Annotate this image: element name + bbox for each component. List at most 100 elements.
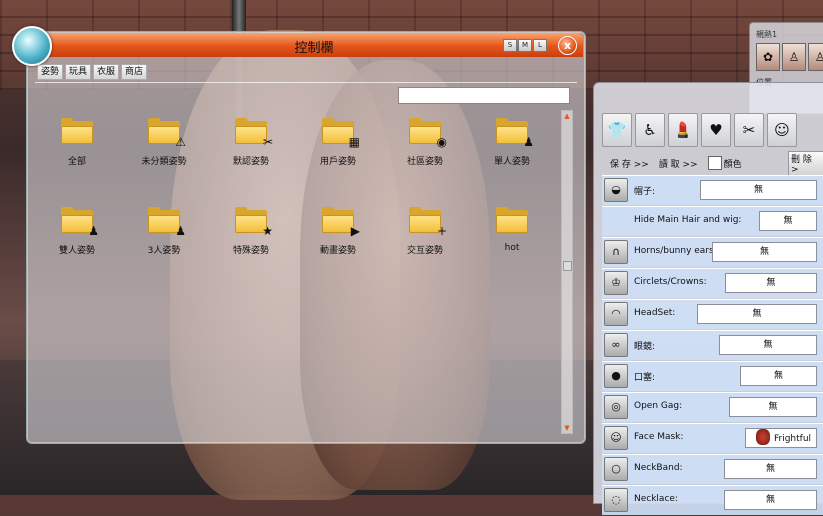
figure-thumb-icon[interactable]: ♙ [782, 43, 806, 71]
group-folder-icon: ♟ [148, 207, 186, 237]
outfit-value-select[interactable]: 無 [724, 490, 817, 510]
horns-icon[interactable]: ∩ [604, 240, 628, 264]
scroll-thumb[interactable] [563, 261, 572, 271]
outfit-value-select[interactable]: 無 [724, 459, 817, 479]
outfit-value-select[interactable]: 無 [719, 335, 817, 355]
folder-item[interactable]: ♟ 3人姿勢 [122, 207, 206, 256]
control-window: 控制欄 S M L x 姿勢 玩具 衣服 商店 全部 ⚠ 未分類姿勢 ✂ 默認姿勢 ▦ 用戶… [26, 31, 586, 444]
size-medium-button[interactable]: M [518, 39, 532, 52]
makeup-icon[interactable]: 💄 [668, 113, 698, 147]
menu-toys[interactable]: 玩具 [65, 64, 92, 80]
folder-item[interactable]: ♟ 單人姿勢 [470, 118, 554, 167]
outfit-row: Hide Main Hair and wig: 無 [602, 206, 823, 236]
save-button[interactable]: 保 存 >> [608, 157, 651, 170]
outfit-value-select[interactable]: 無 [697, 304, 817, 324]
crown-icon[interactable]: ♔ [604, 271, 628, 295]
close-icon[interactable]: x [558, 36, 577, 55]
community-folder-icon: ◉ [409, 118, 447, 148]
outfit-row: ∩ Horns/bunny ears: 無 [602, 237, 823, 267]
outfit-toolbar: 保 存 >> 讀 取 >> 顏色 刪 除 > [608, 150, 823, 176]
folder-item[interactable]: ♟ 雙人姿勢 [35, 207, 119, 256]
glasses-icon[interactable]: ∞ [604, 333, 628, 357]
outfit-value-select[interactable]: 無 [725, 273, 817, 293]
outfit-row: ☺ Face Mask: Frightful [602, 423, 823, 453]
folder-label: 全部 [67, 157, 86, 167]
outfit-value-select[interactable]: 無 [712, 242, 817, 262]
folder-label: 社區姿勢 [406, 157, 443, 167]
load-button[interactable]: 讀 取 >> [657, 157, 700, 170]
mask-thumb-icon [756, 429, 770, 445]
outfit-value-select[interactable]: 無 [700, 180, 817, 200]
app-logo-icon[interactable] [12, 26, 52, 66]
mask-icon[interactable]: ☺ [604, 426, 628, 450]
menu-poses[interactable]: 姿勢 [37, 64, 64, 80]
headset-icon[interactable]: ◠ [604, 302, 628, 326]
folder-badge-icon: + [436, 224, 447, 238]
outfit-row: ∞ 眼鏡: 無 [602, 330, 823, 360]
gag-icon[interactable]: ● [604, 364, 628, 388]
menu-clothes[interactable]: 衣服 [93, 64, 120, 80]
star-folder-icon: ★ [235, 207, 273, 237]
outfit-top-icon[interactable]: 👕 [602, 113, 632, 147]
folder-item[interactable]: ▦ 用戶姿勢 [296, 118, 380, 167]
multi-folder-icon [61, 118, 93, 144]
size-large-button[interactable]: L [533, 39, 547, 52]
folder-item[interactable]: ▶ 動畫姿勢 [296, 207, 380, 256]
outfit-list: ◒ 帽子: 無 Hide Main Hair and wig: 無 ∩ Horns/bunn… [602, 175, 823, 516]
warning-folder-icon: ⚠ [148, 118, 186, 148]
folder-label: 未分類姿勢 [141, 157, 187, 167]
hat-icon[interactable]: ◒ [604, 178, 628, 202]
scroll-down-icon[interactable]: ▼ [562, 423, 572, 433]
outfit-row: ◎ Open Gag: 無 [602, 392, 823, 422]
outfit-row-label: Necklace: [634, 494, 678, 504]
remove-button[interactable]: 刪 除 > [788, 150, 823, 176]
folder-grid: 全部 ⚠ 未分類姿勢 ✂ 默認姿勢 ▦ 用戶姿勢 ◉ 社區姿勢 ♟ 單人姿勢 ♟ 雙人姿勢 ♟ 3人姿勢 ★ 特… [35, 118, 555, 438]
outfit-value-select[interactable]: 無 [759, 211, 817, 231]
mini-panel-label: 親熱1 [756, 30, 778, 39]
outfit-row-label: 口塞: [634, 373, 656, 383]
folder-badge-icon: ♟ [523, 135, 534, 149]
folder-item[interactable]: hot [470, 207, 554, 253]
tools-icon[interactable]: ✂ [734, 113, 764, 147]
folder-badge-icon: ♟ [175, 224, 186, 238]
folder-item[interactable]: 全部 [35, 118, 119, 167]
folder-label: 默認姿勢 [232, 157, 269, 167]
folder-item[interactable]: ⚠ 未分類姿勢 [122, 118, 206, 167]
outfit-value-select[interactable]: Frightful [745, 428, 817, 448]
folder-item[interactable]: ◉ 社區姿勢 [383, 118, 467, 167]
window-titlebar[interactable]: 控制欄 S M L x [45, 33, 583, 57]
pose-figure-icon[interactable]: ♿ [635, 113, 665, 147]
interact-folder-icon: + [409, 207, 447, 237]
neckband-icon[interactable]: ○ [604, 457, 628, 481]
color-toggle[interactable]: 顏色 [706, 156, 744, 170]
outfit-value-select[interactable]: 無 [729, 397, 817, 417]
scroll-up-icon[interactable]: ▲ [562, 111, 572, 121]
outfit-value-select[interactable]: 無 [740, 366, 817, 386]
outfit-row-label: 眼鏡: [634, 342, 656, 352]
scrollbar[interactable]: ▲ ▼ [561, 110, 573, 434]
head-icon[interactable]: ☺ [767, 113, 797, 147]
lingerie-icon[interactable]: ♥ [701, 113, 731, 147]
search-input[interactable] [398, 87, 570, 104]
color-checkbox[interactable] [707, 156, 722, 170]
folder-badge-icon: ✂ [262, 135, 273, 149]
necklace-icon[interactable]: ◌ [604, 488, 628, 512]
folder-badge-icon: ◉ [436, 135, 447, 149]
outfit-row: ○ NeckBand: 無 [602, 454, 823, 484]
folder-badge-icon: ★ [262, 224, 273, 238]
folder-item[interactable]: ★ 特殊姿勢 [209, 207, 293, 256]
folder-item[interactable]: + 交互姿勢 [383, 207, 467, 256]
folder-item[interactable]: ✂ 默認姿勢 [209, 118, 293, 167]
menu-shop[interactable]: 商店 [121, 64, 148, 80]
outfit-row: ◠ HeadSet: 無 [602, 299, 823, 329]
folder-label: 動畫姿勢 [319, 246, 356, 256]
folder-badge-icon: ▦ [348, 135, 360, 149]
size-small-button[interactable]: S [503, 39, 517, 52]
outfit-panel: 👕 ♿ 💄 ♥ ✂ ☺ 保 存 >> 讀 取 >> 顏色 刪 除 > ◒ 帽子: 無… [593, 82, 823, 515]
folder-label: 特殊姿勢 [232, 246, 269, 256]
open-gag-icon[interactable]: ◎ [604, 395, 628, 419]
outfit-row: ◒ 帽子: 無 [602, 175, 823, 205]
figure-thumb-icon[interactable]: ♙ [808, 43, 823, 71]
outfit-row-label: Open Gag: [634, 401, 683, 411]
pose-thumb-icon[interactable]: ✿ [756, 43, 780, 71]
